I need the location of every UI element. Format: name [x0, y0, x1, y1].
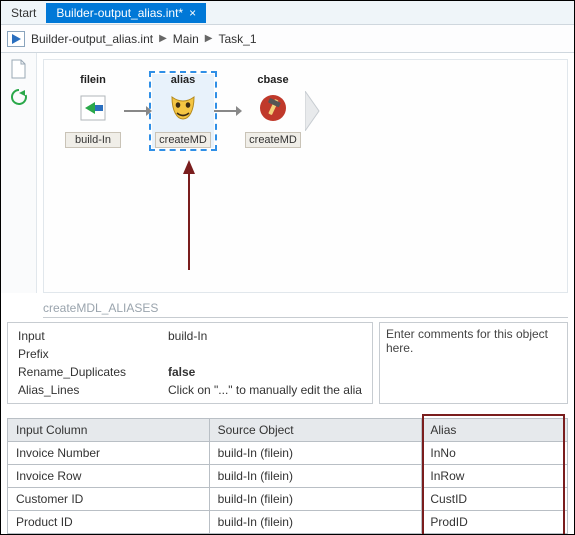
close-icon[interactable]: ×	[189, 6, 196, 20]
chevron-right-icon: ▶	[205, 33, 213, 44]
alias-grid-wrap: Input Column Source Object Alias Invoice…	[7, 418, 568, 535]
node-filein-label: build-In	[65, 132, 121, 148]
prop-key: Rename_Duplicates	[18, 365, 168, 379]
annotation-arrow	[179, 160, 199, 273]
prop-row-alias-lines[interactable]: Alias_Lines Click on "..." to manually e…	[8, 381, 372, 399]
prop-row-input[interactable]: Input build-In	[8, 327, 372, 345]
flow-canvas[interactable]: filein build-In alias createMD	[43, 59, 568, 293]
tab-active[interactable]: Builder-output_alias.int* ×	[46, 3, 206, 23]
cell-source: build-In (filein)	[209, 465, 422, 488]
prop-val: build-In	[168, 329, 362, 343]
refresh-icon[interactable]	[9, 87, 29, 107]
mask-icon	[152, 88, 214, 128]
node-alias[interactable]: alias createMD	[152, 74, 214, 148]
connector	[124, 91, 152, 131]
tab-start-label: Start	[11, 6, 36, 20]
node-alias-title: alias	[152, 74, 214, 86]
tab-strip: Start Builder-output_alias.int* ×	[1, 1, 574, 25]
node-cbase-title: cbase	[242, 74, 304, 86]
cell-source: build-In (filein)	[209, 442, 422, 465]
document-icon[interactable]	[9, 59, 29, 79]
prop-val: Click on "..." to manually edit the alia	[168, 383, 362, 397]
chevron-right-icon: ▶	[159, 33, 167, 44]
cell-source: build-In (filein)	[209, 511, 422, 534]
side-gutter	[1, 53, 37, 293]
connector	[214, 91, 242, 131]
table-row[interactable]: Invoice Number build-In (filein) InNo	[8, 442, 568, 465]
comments-panel[interactable]: Enter comments for this object here.	[379, 322, 568, 404]
prop-val	[168, 347, 362, 361]
cell-input: Invoice Number	[8, 442, 210, 465]
section-header: createMDL_ALIASES	[43, 301, 568, 318]
col-header-source[interactable]: Source Object	[209, 419, 422, 442]
prop-key: Prefix	[18, 347, 168, 361]
cell-alias[interactable]: InNo	[422, 442, 568, 465]
hammer-icon	[242, 88, 304, 128]
alias-grid[interactable]: Input Column Source Object Alias Invoice…	[7, 418, 568, 535]
crumb-file[interactable]: Builder-output_alias.int	[31, 32, 153, 46]
file-in-icon	[62, 88, 124, 128]
cell-alias[interactable]: CustID	[422, 488, 568, 511]
crumb-main[interactable]: Main	[173, 32, 199, 46]
cell-source: build-In (filein)	[209, 488, 422, 511]
prop-key: Alias_Lines	[18, 383, 168, 397]
node-cbase-label: createMD	[245, 132, 301, 148]
tab-active-label: Builder-output_alias.int*	[56, 6, 183, 20]
flow-end-cap	[304, 91, 324, 131]
col-header-input[interactable]: Input Column	[8, 419, 210, 442]
cell-alias[interactable]: ProdID	[422, 511, 568, 534]
prop-row-rename-duplicates[interactable]: Rename_Duplicates false	[8, 363, 372, 381]
cell-input: Product ID	[8, 511, 210, 534]
prop-key: Input	[18, 329, 168, 343]
col-header-alias[interactable]: Alias	[422, 419, 568, 442]
node-alias-label: createMD	[155, 132, 211, 148]
run-icon[interactable]	[7, 31, 25, 47]
breadcrumb: Builder-output_alias.int ▶ Main ▶ Task_1	[1, 25, 574, 53]
table-row[interactable]: Customer ID build-In (filein) CustID	[8, 488, 568, 511]
comments-placeholder: Enter comments for this object here.	[386, 327, 548, 355]
cell-input: Invoice Row	[8, 465, 210, 488]
prop-val: false	[168, 365, 362, 379]
properties-panel: Input build-In Prefix Rename_Duplicates …	[7, 322, 373, 404]
node-filein-title: filein	[62, 74, 124, 86]
tab-start[interactable]: Start	[1, 3, 46, 23]
crumb-task[interactable]: Task_1	[219, 32, 257, 46]
node-cbase[interactable]: cbase createMD	[242, 74, 304, 148]
table-row[interactable]: Product ID build-In (filein) ProdID	[8, 511, 568, 534]
cell-input: Customer ID	[8, 488, 210, 511]
node-filein[interactable]: filein build-In	[62, 74, 124, 148]
cell-alias[interactable]: InRow	[422, 465, 568, 488]
table-row[interactable]: Invoice Row build-In (filein) InRow	[8, 465, 568, 488]
prop-row-prefix[interactable]: Prefix	[8, 345, 372, 363]
